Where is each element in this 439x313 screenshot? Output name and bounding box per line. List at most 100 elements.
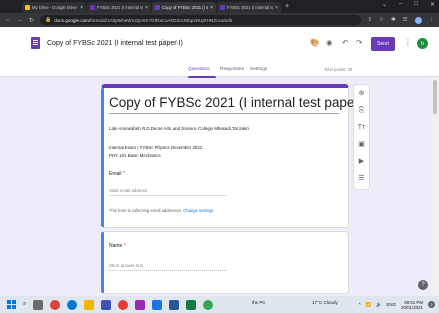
lock-icon[interactable]: 🔒 [45,17,51,23]
form-title-input[interactable]: Copy of FYBSc 2021 (I internal test pape… [109,95,371,110]
word-icon[interactable] [169,299,180,310]
weather-widget[interactable]: 17°C Cloudy [312,300,338,305]
system-tray: ^ 📶 🔊 ENG 08:01 PM 20/01/2021 2 [359,296,435,313]
browser-tab-copy-fybsc[interactable]: Copy of FYBSc 2021 (I internal te × [152,2,216,13]
redo-icon[interactable]: ↷ [356,38,362,47]
title-underline [109,113,339,114]
task-view-icon[interactable] [33,299,44,310]
change-settings-link[interactable]: Change settings [183,208,213,213]
tab-title: Copy of FYBSc 2021 (I internal te [162,5,208,10]
chrome-menu-icon[interactable]: ⋮ [429,17,435,23]
browser-tab-fybsc[interactable]: FYBSc 2021 (I internal test paper × [87,2,151,13]
help-icon[interactable]: ? [418,280,428,290]
email-field[interactable]: Valid email address [109,188,147,193]
windows-start-icon[interactable] [7,300,16,309]
new-tab-icon[interactable]: + [285,3,289,10]
close-window-icon[interactable]: ✕ [430,1,435,8]
excel-icon[interactable] [186,299,197,310]
notification-icon[interactable]: 2 [428,301,435,308]
extensions-puzzle-icon[interactable]: ✱ [391,17,396,23]
question-toolbar: ⊕ ⎘ Tт ▣ ▶ ☰ [353,84,370,190]
form-title-card[interactable]: Copy of FYBSc 2021 (I internal test pape… [101,84,371,228]
browser-tab-drive[interactable]: My Drive - Google Drive × [22,2,86,13]
add-video-icon[interactable]: ▶ [359,156,364,168]
language-indicator[interactable]: ENG [387,302,397,307]
required-asterisk: * [122,171,125,177]
maximize-icon[interactable]: □ [414,1,418,8]
undo-icon[interactable]: ↶ [342,38,348,47]
bookmark-star-icon[interactable]: ☆ [379,17,384,23]
tab-search-icon[interactable]: ⌄ [382,1,387,8]
add-title-icon[interactable]: Tт [358,122,365,134]
form-description-college[interactable]: Late Annasaheb R.D.Deore Arts and Scienc… [109,126,249,131]
total-points: Total points: 30 [324,67,353,72]
forward-icon[interactable]: → [17,17,23,23]
browser-tab-fybsc-2[interactable]: FYBSc 2021 (I internal test paper × [217,2,281,13]
tray-arrow-icon[interactable]: ^ [359,302,361,307]
email-underline [109,195,227,196]
forms-favicon-icon [220,5,225,10]
edge-taskbar-icon[interactable] [67,299,78,310]
url-path: /forms/d/1A8y9vheWn4Qn0X7GfRxCoAlrDZoUNb… [89,17,232,23]
volume-icon[interactable]: 🔊 [376,302,381,308]
close-tab-icon[interactable]: × [80,5,83,11]
tab-questions[interactable]: Questions [188,67,210,72]
email-label: Email * [109,171,125,177]
store-icon[interactable] [101,299,112,310]
tab-title: My Drive - Google Drive [32,5,77,10]
question-card-name[interactable]: Name * Short answer text [101,231,349,294]
form-description-course[interactable]: PHY 101 Basic Mechanics [109,153,161,158]
browser-tab-strip: My Drive - Google Drive × FYBSc 2021 (I … [0,0,439,13]
extension-icons: ⇪ ☆ ✱ ☰ ⋮ [367,16,435,24]
tab-responses[interactable]: Responses [220,67,244,72]
share-icon[interactable]: ⇪ [367,17,372,23]
network-icon[interactable]: 📶 [366,302,371,308]
google-forms-logo-icon[interactable] [31,37,40,49]
close-tab-icon[interactable]: × [145,5,148,11]
form-tabs: Questions Responses Settings [0,64,439,77]
chrome-app-icon[interactable] [203,299,214,310]
preview-eye-icon[interactable]: ◉ [326,38,333,47]
drive-favicon-icon [25,5,30,10]
minimize-icon[interactable]: – [399,1,402,8]
add-question-icon[interactable]: ⊕ [359,88,365,100]
account-avatar[interactable]: b [417,38,428,49]
clock-date: 20/01/2021 [401,304,423,310]
close-tab-icon[interactable]: × [275,5,278,11]
photos-icon[interactable] [152,299,163,310]
chrome-taskbar-icon[interactable] [50,299,61,310]
back-icon[interactable]: ← [5,17,11,23]
star-icon[interactable]: ☆ [173,39,179,47]
url-input[interactable]: 🔒 docs.google.com /forms/d/1A8y9vheWn4Qn… [40,15,362,25]
collect-emails-note: This form is collecting email addresses.… [109,208,214,213]
file-explorer-icon[interactable] [84,299,95,310]
active-tab-indicator [188,76,216,78]
send-button[interactable]: Send [371,37,395,51]
url-host: docs.google.com [54,17,89,23]
add-image-icon[interactable]: ▣ [358,139,365,151]
required-asterisk: * [123,243,126,249]
collect-emails-text: This form is collecting email addresses. [109,208,183,213]
profile-avatar-icon[interactable] [414,16,422,24]
question-title-text: Name [109,243,123,249]
form-description-exam[interactable]: Internal Exam I FYBSc Physics December 2… [109,145,202,150]
reload-icon[interactable]: ↻ [29,17,34,24]
tab-title: FYBSc 2021 (I internal test paper [97,5,144,10]
opera-icon[interactable] [118,299,129,310]
tab-settings[interactable]: Settings [250,67,267,72]
clock[interactable]: 08:01 PM 20/01/2021 [401,300,423,310]
scrollbar-thumb[interactable] [433,80,437,114]
close-tab-icon[interactable]: × [210,5,213,11]
more-options-icon[interactable]: ⋮ [404,38,412,47]
search-icon[interactable]: ⌕ [23,301,26,308]
media-icon[interactable] [135,299,146,310]
add-section-icon[interactable]: ☰ [358,173,364,185]
move-to-folder-icon[interactable]: 🗀 [161,39,168,50]
question-title: Name * [109,243,126,249]
short-answer-placeholder: Short answer text [109,263,144,268]
reading-list-icon[interactable]: ☰ [403,17,408,23]
taskbar-pc-label[interactable]: the PC [252,300,265,305]
forms-favicon-icon [155,5,160,10]
import-questions-icon[interactable]: ⎘ [359,105,365,117]
customize-theme-icon[interactable]: 🎨 [310,38,319,47]
